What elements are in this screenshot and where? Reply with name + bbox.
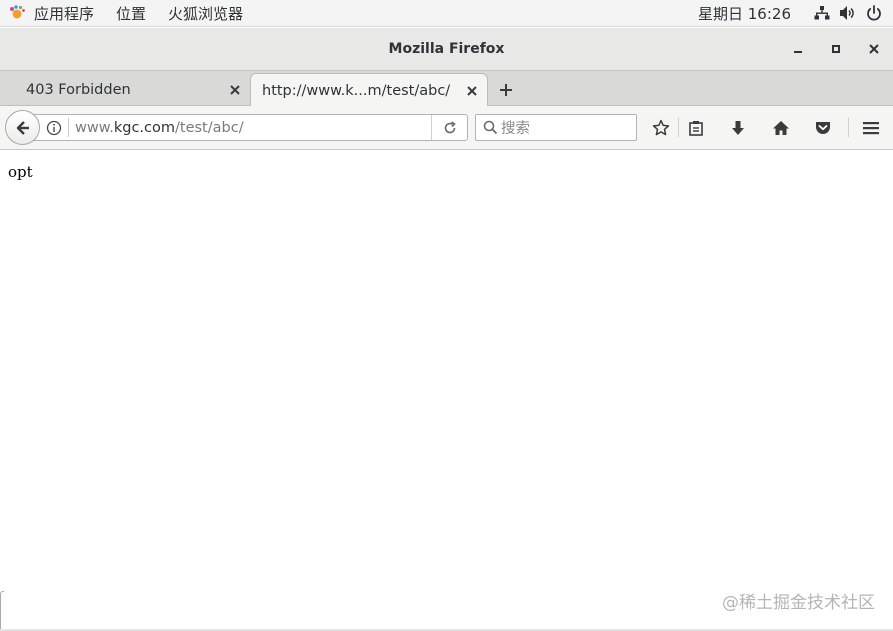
tab-403-forbidden[interactable]: 403 Forbidden [0, 74, 250, 106]
search-input[interactable]: 搜索 [475, 114, 637, 141]
minimize-icon [794, 51, 802, 53]
reload-icon [444, 120, 456, 133]
home-icon [773, 120, 789, 135]
volume-icon[interactable] [835, 0, 861, 27]
window-titlebar[interactable]: Mozilla Firefox [0, 28, 893, 70]
clipboard-icon [689, 120, 703, 136]
download-arrow-icon [732, 120, 744, 135]
clock[interactable]: 星期日 16:26 [698, 3, 809, 24]
power-icon[interactable] [861, 0, 887, 27]
site-info-icon[interactable] [46, 120, 62, 136]
reload-button[interactable] [431, 115, 467, 140]
page-body-text: opt [8, 163, 33, 181]
watermark: @稀土掘金技术社区 [722, 593, 875, 613]
applications-label: 应用程序 [34, 4, 95, 23]
minimize-button[interactable] [779, 28, 817, 70]
tab-active-page[interactable]: http://www.k...m/test/abc/ [250, 73, 488, 107]
tab-strip: 403 Forbidden http://www.k...m/test/abc/ [0, 70, 893, 107]
url-prefix: www. [75, 119, 114, 136]
window-edge [0, 591, 4, 631]
close-window-button[interactable] [855, 28, 893, 70]
hamburger-menu-icon [863, 121, 879, 134]
maximize-icon [832, 45, 840, 53]
url-domain: kgc.com [113, 119, 176, 136]
bookmark-button[interactable] [647, 114, 675, 141]
back-arrow-icon [16, 120, 29, 135]
new-tab-button[interactable] [495, 79, 517, 101]
tab-title: 403 Forbidden [26, 82, 131, 98]
downloads-button[interactable] [724, 114, 752, 141]
url-bar[interactable]: www.kgc.com/test/abc/ [27, 114, 468, 141]
places-menu[interactable]: 位置 [105, 0, 157, 26]
maximize-button[interactable] [817, 28, 855, 70]
url-text[interactable]: www.kgc.com/test/abc/ [75, 120, 244, 136]
reading-list-button[interactable] [682, 114, 710, 141]
url-path: /test/abc/ [175, 119, 244, 136]
tab-close-icon[interactable] [465, 84, 479, 98]
network-icon[interactable] [809, 0, 835, 27]
active-app-menu[interactable]: 火狐浏览器 [157, 0, 254, 26]
places-label: 位置 [116, 4, 147, 23]
close-icon [869, 44, 879, 54]
search-placeholder: 搜索 [501, 121, 530, 137]
page-content: opt @稀土掘金技术社区 [0, 151, 893, 631]
applications-menu[interactable]: 应用程序 [0, 0, 105, 26]
toolbar-separator [678, 118, 679, 137]
toolbar-separator [848, 118, 849, 137]
tab-close-icon[interactable] [228, 83, 242, 97]
navigation-toolbar: www.kgc.com/test/abc/ 搜索 [0, 106, 893, 150]
home-button[interactable] [767, 114, 795, 141]
active-app-label: 火狐浏览器 [168, 4, 244, 23]
window-title: Mozilla Firefox [388, 41, 505, 57]
back-button[interactable] [5, 110, 40, 145]
pocket-button[interactable] [809, 114, 837, 141]
star-icon [652, 119, 670, 135]
search-icon [479, 120, 501, 135]
pocket-icon [816, 121, 830, 134]
url-separator [68, 118, 69, 137]
system-top-bar: 应用程序 位置 火狐浏览器 星期日 16:26 [0, 0, 893, 27]
tab-title: http://www.k...m/test/abc/ [262, 82, 451, 99]
open-menu-button[interactable] [857, 114, 885, 141]
plus-icon [500, 84, 512, 96]
gnome-foot-icon [8, 4, 26, 22]
